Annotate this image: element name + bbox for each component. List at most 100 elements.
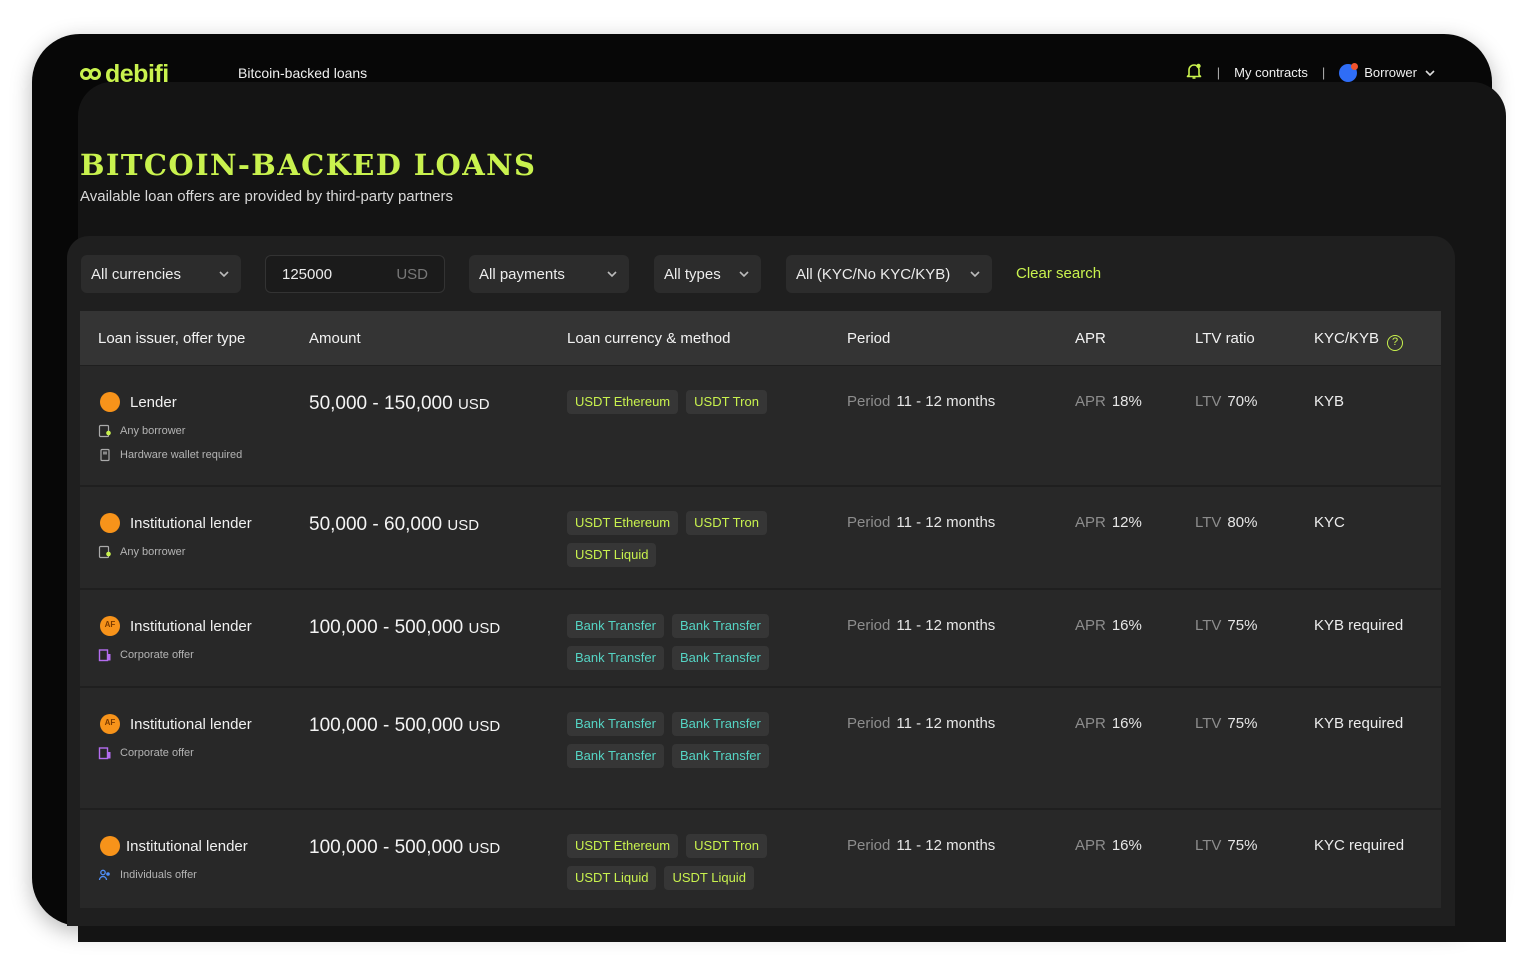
offer-meta: Any borrower <box>98 545 185 559</box>
period-cell: Period 11 - 12 months <box>847 514 995 531</box>
avatar <box>1339 62 1359 82</box>
my-contracts-link[interactable]: My contracts <box>1234 65 1308 80</box>
period-label: Period <box>847 514 891 531</box>
col-issuer[interactable]: Loan issuer, offer type <box>98 330 245 347</box>
chevron-down-icon <box>607 271 617 278</box>
ltv-cell: LTV 70% <box>1195 393 1257 410</box>
amount-currency: USD <box>457 396 490 413</box>
ltv-cell: LTV 75% <box>1195 837 1257 854</box>
amount-field[interactable]: USD <box>265 255 445 293</box>
ltv-cell: LTV 75% <box>1195 617 1257 634</box>
col-apr[interactable]: APR <box>1075 330 1106 347</box>
help-icon[interactable]: ? <box>1387 335 1404 351</box>
ltv-label: LTV <box>1195 715 1222 732</box>
bitcoin-icon <box>100 836 120 856</box>
page-title: BITCOIN-BACKED LOANS <box>80 148 537 182</box>
col-kyc[interactable]: KYC/KYB <box>1314 330 1379 347</box>
col-amount[interactable]: Amount <box>309 330 361 347</box>
ltv-value: 80% <box>1227 514 1258 531</box>
wallet-icon <box>100 448 110 462</box>
app-title[interactable]: Bitcoin-backed loans <box>238 65 367 81</box>
amount-range: 100,000 - 500,000 USD <box>309 837 500 859</box>
amount-value: 100,000 - 500,000 <box>309 617 464 638</box>
offer-meta: Individuals offer <box>98 868 197 882</box>
apr-value: 18% <box>1111 393 1142 410</box>
bitcoin-icon <box>100 392 120 412</box>
ltv-value: 70% <box>1227 393 1258 410</box>
apr-label: APR <box>1075 617 1106 634</box>
types-filter-label: All types <box>664 265 721 283</box>
method-chip: Bank Transfer <box>567 712 664 736</box>
method-chip: USDT Liquid <box>664 866 754 890</box>
method-chip: USDT Tron <box>686 390 767 414</box>
meta-text: Any borrower <box>120 546 186 558</box>
currency-filter[interactable]: All currencies <box>81 255 241 293</box>
meta-text: Corporate offer <box>120 649 194 661</box>
col-currency-method[interactable]: Loan currency & method <box>567 330 730 347</box>
currency-filter-label: All currencies <box>91 265 182 283</box>
user-doc-icon <box>98 424 111 438</box>
ltv-value: 75% <box>1227 715 1258 732</box>
offer-meta: Any borrower <box>98 424 185 438</box>
issuer: Institutional lender <box>100 616 252 636</box>
table-row[interactable]: Institutional lender Individuals offer 1… <box>80 810 1441 908</box>
chevron-down-icon <box>1425 69 1435 76</box>
amount-range: 50,000 - 150,000 USD <box>309 393 490 415</box>
amount-unit: USD <box>396 265 428 283</box>
offer-meta: Corporate offer <box>98 746 194 760</box>
amount-currency: USD <box>468 840 501 857</box>
table-row[interactable]: Institutional lender Corporate offer 100… <box>80 590 1441 686</box>
method-chips: Bank Transfer Bank Transfer Bank Transfe… <box>567 614 797 670</box>
ltv-value: 75% <box>1227 617 1258 634</box>
bitcoin-icon <box>100 513 120 533</box>
nav-separator: | <box>1321 65 1326 80</box>
period-cell: Period 11 - 12 months <box>847 617 995 634</box>
logo[interactable]: debifi <box>80 60 169 88</box>
period-label: Period <box>847 617 891 634</box>
apr-cell: APR 16% <box>1075 837 1142 854</box>
payments-filter[interactable]: All payments <box>469 255 629 293</box>
amount-range: 100,000 - 500,000 USD <box>309 715 500 737</box>
apr-cell: APR 16% <box>1075 715 1142 732</box>
lender-logo-icon <box>100 616 120 636</box>
period-value: 11 - 12 months <box>896 393 996 410</box>
col-period[interactable]: Period <box>847 330 890 347</box>
method-chip: Bank Transfer <box>671 646 769 670</box>
issuer: Institutional lender <box>100 513 252 533</box>
chevron-down-icon <box>970 271 980 278</box>
types-filter[interactable]: All types <box>654 255 761 293</box>
period-label: Period <box>847 393 891 410</box>
ltv-cell: LTV 80% <box>1195 514 1257 531</box>
ltv-value: 75% <box>1227 837 1258 854</box>
apr-label: APR <box>1075 715 1106 732</box>
col-kyc-wrap: KYC/KYB? <box>1314 330 1404 351</box>
offer-meta: Hardware wallet required <box>98 448 242 462</box>
table-row[interactable]: Institutional lender Any borrower 50,000… <box>80 487 1441 588</box>
meta-text: Hardware wallet required <box>120 449 243 461</box>
period-value: 11 - 12 months <box>896 837 996 854</box>
chevron-down-icon <box>739 271 749 278</box>
table-row[interactable]: Institutional lender Corporate offer 100… <box>80 688 1441 808</box>
method-chip: USDT Ethereum <box>567 390 679 414</box>
clear-search-link[interactable]: Clear search <box>1016 265 1101 282</box>
kyc-filter[interactable]: All (KYC/No KYC/KYB) <box>786 255 992 293</box>
col-ltv[interactable]: LTV ratio <box>1195 330 1255 347</box>
user-doc-icon <box>98 545 111 559</box>
amount-input[interactable] <box>282 265 382 283</box>
offer-meta: Corporate offer <box>98 648 194 662</box>
method-chip: USDT Liquid <box>567 543 657 567</box>
period-value: 11 - 12 months <box>896 514 996 531</box>
method-chip: USDT Tron <box>686 834 767 858</box>
method-chip: Bank Transfer <box>567 744 664 768</box>
table-header: Loan issuer, offer type Amount Loan curr… <box>80 311 1441 365</box>
people-icon <box>98 869 110 881</box>
apr-value: 16% <box>1111 617 1142 634</box>
building-icon <box>98 649 111 662</box>
role-selector[interactable]: Borrower <box>1339 62 1436 82</box>
period-label: Period <box>847 837 891 854</box>
bell-icon[interactable] <box>1185 62 1203 83</box>
issuer-name: Institutional lender <box>130 514 252 532</box>
method-chips: USDT Ethereum USDT Tron USDT Liquid <box>567 511 797 567</box>
page-subtitle: Available loan offers are provided by th… <box>80 188 453 205</box>
table-row[interactable]: Lender Any borrower Hardware wallet requ… <box>80 366 1441 485</box>
